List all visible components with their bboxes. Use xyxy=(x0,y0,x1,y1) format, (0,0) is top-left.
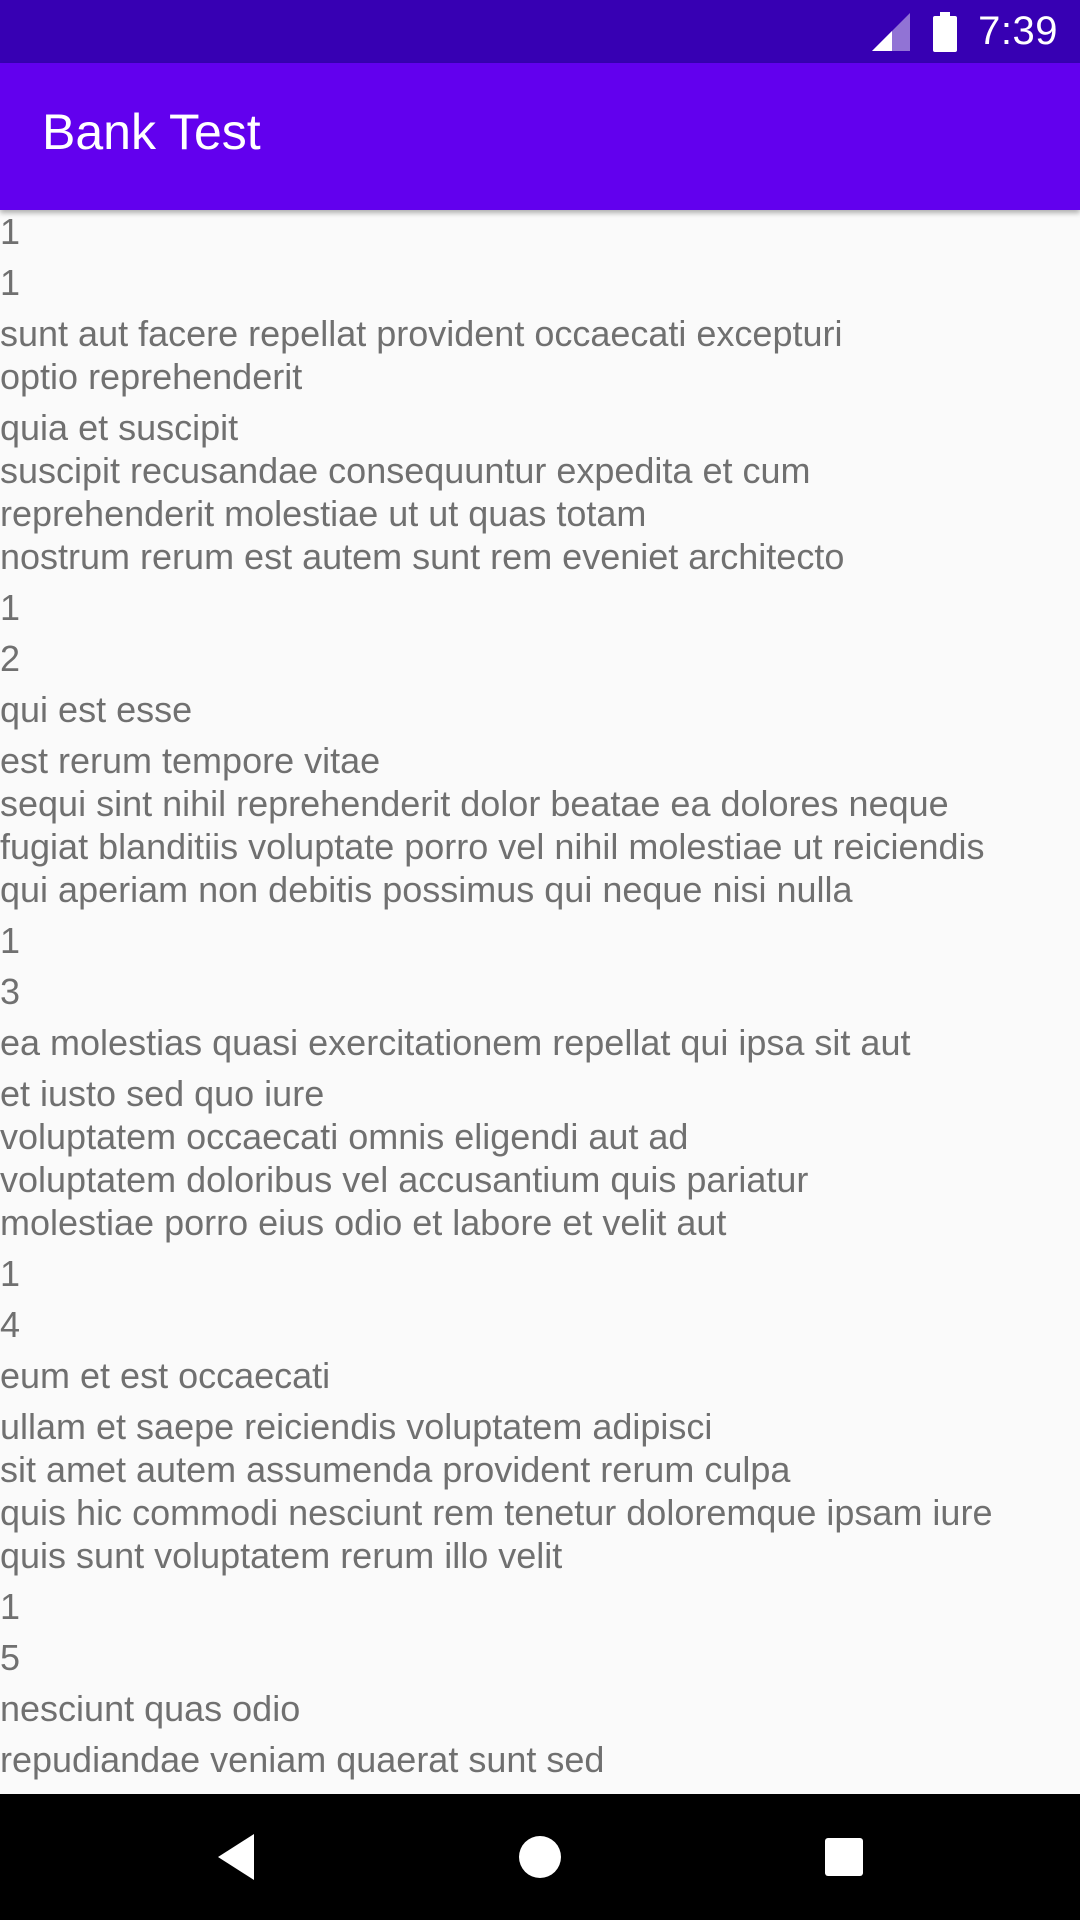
post-list[interactable]: 1 1 sunt aut facere repellat provident o… xyxy=(0,210,1080,1794)
recents-button[interactable] xyxy=(774,1794,914,1920)
cell-signal-icon xyxy=(872,12,911,51)
home-icon xyxy=(519,1836,561,1878)
list-item: 1 5 nesciunt quas odio repudiandae venia… xyxy=(0,1585,1080,1781)
navigation-bar xyxy=(0,1794,1080,1920)
back-button[interactable] xyxy=(166,1794,306,1920)
post-body: repudiandae veniam quaerat sunt sed xyxy=(0,1739,605,1780)
post-title: nesciunt quas odio xyxy=(0,1688,301,1729)
list-item: 1 3 ea molestias quasi exercitationem re… xyxy=(0,919,1080,1244)
status-bar: 7:39 xyxy=(0,0,1080,63)
post-body: et iusto sed quo iure voluptatem occaeca… xyxy=(0,1073,809,1243)
status-time: 7:39 xyxy=(978,9,1058,53)
app-title: Bank Test xyxy=(42,104,261,160)
list-item: 1 4 eum et est occaecati ullam et saepe … xyxy=(0,1252,1080,1577)
post-title: qui est esse xyxy=(0,689,193,730)
post-user-id: 1 xyxy=(0,1586,21,1627)
post-user-id: 1 xyxy=(0,920,21,961)
post-id: 5 xyxy=(0,1637,21,1678)
post-body: ullam et saepe reiciendis voluptatem adi… xyxy=(0,1406,993,1576)
status-icons: 7:39 xyxy=(870,0,1058,63)
post-user-id: 1 xyxy=(0,587,21,628)
post-id: 4 xyxy=(0,1304,21,1345)
post-id: 3 xyxy=(0,971,21,1012)
post-title: sunt aut facere repellat provident occae… xyxy=(0,313,843,397)
post-id: 2 xyxy=(0,638,21,679)
post-body: quia et suscipit suscipit recusandae con… xyxy=(0,407,845,577)
battery-icon xyxy=(933,11,958,52)
post-user-id: 1 xyxy=(0,1253,21,1294)
post-id: 1 xyxy=(0,262,21,303)
list-item: 1 1 sunt aut facere repellat provident o… xyxy=(0,210,1080,578)
back-icon xyxy=(218,1834,254,1880)
home-button[interactable] xyxy=(470,1794,610,1920)
post-body: est rerum tempore vitae sequi sint nihil… xyxy=(0,740,985,910)
post-user-id: 1 xyxy=(0,211,21,252)
recents-icon xyxy=(825,1838,863,1876)
post-title: ea molestias quasi exercitationem repell… xyxy=(0,1022,911,1063)
app-bar: Bank Test xyxy=(0,63,1080,210)
list-item: 1 2 qui est esse est rerum tempore vitae… xyxy=(0,586,1080,911)
post-title: eum et est occaecati xyxy=(0,1355,331,1396)
